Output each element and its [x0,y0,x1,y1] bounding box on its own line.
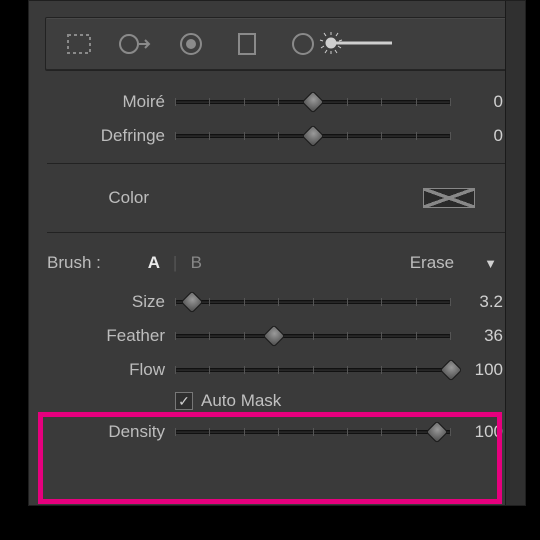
brush-label: Brush : [47,253,101,273]
brush-tool-icon[interactable] [340,25,378,63]
defringe-slider[interactable] [175,126,451,146]
divider [47,232,507,233]
circle-icon[interactable] [284,25,322,63]
brush-erase[interactable]: Erase [410,253,454,273]
moire-value[interactable]: 0 [451,92,503,112]
adjustments-group: Moiré 0 Defringe 0 [65,71,503,153]
radial-filter-icon[interactable] [172,25,210,63]
graduated-filter-icon[interactable] [116,25,154,63]
size-row: Size 3.2 [65,285,503,319]
color-label: Color [39,188,159,208]
panel: Moiré 0 Defringe 0 Color Brush : A | [28,0,526,506]
flow-label: Flow [65,360,175,380]
feather-value[interactable]: 36 [451,326,503,346]
density-row: Density 100 [65,415,503,449]
defringe-row: Defringe 0 [65,119,503,153]
moire-row: Moiré 0 [65,85,503,119]
flow-row: Flow 100 [65,353,503,387]
color-row: Color [29,174,525,222]
defringe-value[interactable]: 0 [451,126,503,146]
brush-tab-b[interactable]: B [183,253,209,273]
size-slider[interactable] [175,292,451,312]
feather-label: Feather [65,326,175,346]
defringe-label: Defringe [65,126,175,146]
moire-label: Moiré [65,92,175,112]
density-slider[interactable] [175,422,451,442]
density-label: Density [65,422,175,442]
automask-label: Auto Mask [201,391,281,411]
brush-group: Size 3.2 Feather 36 Flow 10 [65,283,503,449]
size-label: Size [65,292,175,312]
automask-checkbox[interactable]: ✓ [175,392,193,410]
scrollbar[interactable] [505,1,525,505]
automask-row: ✓ Auto Mask [65,387,503,415]
brush-header: Brush : A | B Erase ▼ [29,243,525,283]
flow-slider[interactable] [175,360,451,380]
brush-tab-separator: | [173,253,177,273]
size-value[interactable]: 3.2 [451,292,503,312]
feather-row: Feather 36 [65,319,503,353]
brush-tab-a[interactable]: A [141,253,167,273]
color-swatch[interactable] [423,188,475,208]
crop-icon[interactable] [60,25,98,63]
tool-strip [45,17,509,71]
rect-icon[interactable] [228,25,266,63]
density-value[interactable]: 100 [451,422,503,442]
divider [47,163,507,164]
feather-slider[interactable] [175,326,451,346]
disclosure-triangle-icon[interactable]: ▼ [484,256,497,271]
moire-slider[interactable] [175,92,451,112]
